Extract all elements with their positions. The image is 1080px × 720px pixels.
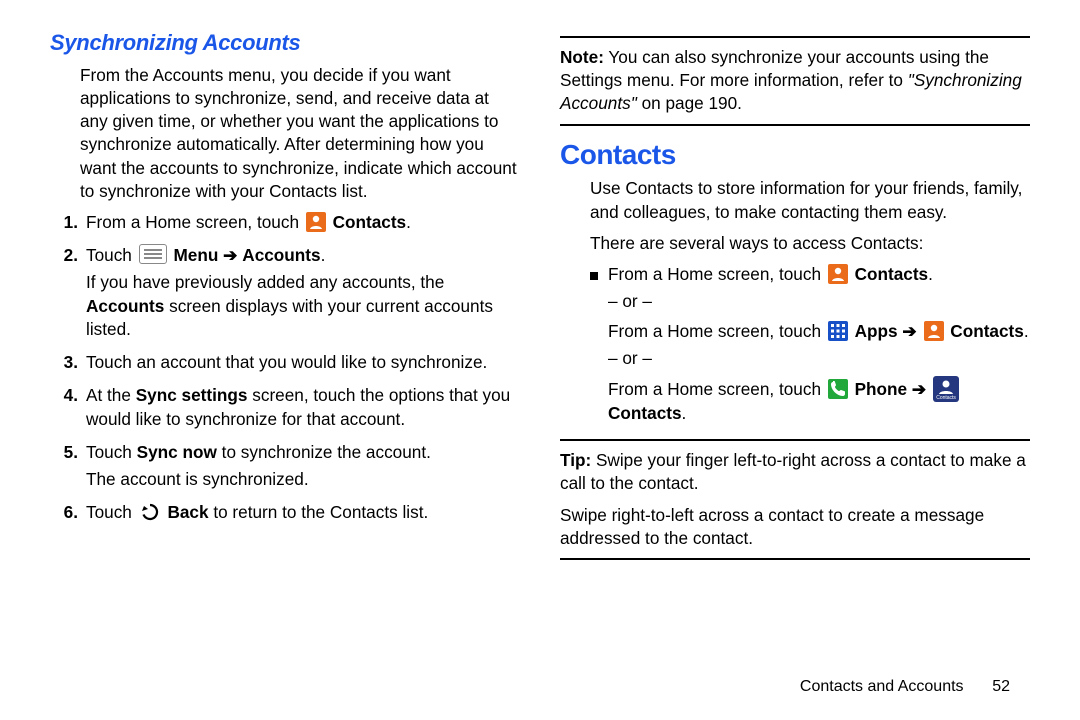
right-column: Note: You can also synchronize your acco… bbox=[560, 28, 1030, 568]
apps-icon bbox=[828, 321, 848, 341]
label-contacts: Contacts bbox=[333, 212, 407, 232]
two-column-layout: Synchronizing Accounts From the Accounts… bbox=[0, 0, 1080, 568]
left-column: Synchronizing Accounts From the Accounts… bbox=[50, 28, 520, 568]
step-5: 5. Touch Sync now to synchronize the acc… bbox=[50, 441, 520, 491]
text: From a Home screen, touch bbox=[608, 379, 821, 399]
arrow-icon: ➔ bbox=[223, 245, 237, 265]
note-block: Note: You can also synchronize your acco… bbox=[560, 46, 1030, 116]
label-contacts: Contacts bbox=[950, 321, 1024, 341]
arrow-icon: ➔ bbox=[912, 379, 926, 399]
sync-intro: From the Accounts menu, you decide if yo… bbox=[50, 64, 520, 203]
phone-icon bbox=[828, 379, 848, 399]
label-contacts: Contacts bbox=[855, 264, 929, 284]
heading-synchronizing-accounts: Synchronizing Accounts bbox=[50, 28, 520, 58]
step-number: 3. bbox=[50, 351, 86, 374]
step-body: Touch an account that you would like to … bbox=[86, 351, 520, 374]
tip-block: Tip: Swipe your finger left-to-right acr… bbox=[560, 449, 1030, 495]
text: Swipe your finger left-to-right across a… bbox=[560, 450, 1026, 493]
step-number: 2. bbox=[50, 244, 86, 341]
contacts-tab-icon: Contacts bbox=[933, 376, 959, 402]
text: At the bbox=[86, 385, 131, 405]
text: . bbox=[406, 212, 411, 232]
text: . bbox=[682, 403, 687, 423]
arrow-icon: ➔ bbox=[902, 321, 916, 341]
label-contacts: Contacts bbox=[608, 403, 682, 423]
divider bbox=[560, 439, 1030, 441]
text: to synchronize the account. bbox=[222, 442, 431, 462]
or-separator: – or – bbox=[608, 290, 1030, 313]
list-body: From a Home screen, touch Contacts. – or… bbox=[608, 263, 1030, 425]
label-sync-now: Sync now bbox=[137, 442, 217, 462]
menu-icon bbox=[139, 244, 167, 264]
text: Touch bbox=[86, 245, 132, 265]
sync-steps: 1. From a Home screen, touch Contacts. 2… bbox=[50, 211, 520, 524]
divider bbox=[560, 124, 1030, 126]
text: . bbox=[928, 264, 933, 284]
step-body: Touch Back to return to the Contacts lis… bbox=[86, 501, 520, 524]
contacts-intro-2: There are several ways to access Contact… bbox=[560, 232, 1030, 255]
step-body: Touch Sync now to synchronize the accoun… bbox=[86, 441, 520, 491]
label-menu: Menu bbox=[173, 245, 218, 265]
step-number: 5. bbox=[50, 441, 86, 491]
text: From a Home screen, touch bbox=[86, 212, 299, 232]
manual-page: Synchronizing Accounts From the Accounts… bbox=[0, 0, 1080, 720]
text: . bbox=[321, 245, 326, 265]
contacts-icon bbox=[924, 321, 944, 341]
or-separator: – or – bbox=[608, 347, 1030, 370]
contacts-icon bbox=[828, 264, 848, 284]
text: Touch bbox=[86, 442, 132, 462]
step-number: 4. bbox=[50, 384, 86, 430]
step-number: 1. bbox=[50, 211, 86, 234]
step-number: 6. bbox=[50, 501, 86, 524]
label-back: Back bbox=[167, 502, 208, 522]
bullet bbox=[580, 263, 608, 425]
footer-section: Contacts and Accounts bbox=[800, 678, 964, 695]
contacts-icon bbox=[306, 212, 326, 232]
note-label: Note: bbox=[560, 47, 604, 67]
step-2-detail: If you have previously added any account… bbox=[86, 271, 520, 341]
heading-contacts: Contacts bbox=[560, 136, 1030, 174]
tip-label: Tip: bbox=[560, 450, 591, 470]
text: From a Home screen, touch bbox=[608, 264, 821, 284]
text: Touch bbox=[86, 502, 132, 522]
step-body: From a Home screen, touch Contacts. bbox=[86, 211, 520, 234]
contacts-intro-1: Use Contacts to store information for yo… bbox=[560, 177, 1030, 223]
text: If you have previously added any account… bbox=[86, 272, 444, 292]
step-6: 6. Touch Back to return to the Contacts … bbox=[50, 501, 520, 524]
divider bbox=[560, 558, 1030, 560]
text: to return to the Contacts list. bbox=[213, 502, 428, 522]
step-3: 3. Touch an account that you would like … bbox=[50, 351, 520, 374]
tip-block-2: Swipe right-to-left across a contact to … bbox=[560, 504, 1030, 550]
access-way: From a Home screen, touch Contacts. – or… bbox=[580, 263, 1030, 425]
label-accounts: Accounts bbox=[86, 296, 164, 316]
step-2: 2. Touch Menu ➔ Accounts. If you have pr… bbox=[50, 244, 520, 341]
divider bbox=[560, 36, 1030, 38]
step-4: 4. At the Sync settings screen, touch th… bbox=[50, 384, 520, 430]
label-sync-settings: Sync settings bbox=[136, 385, 248, 405]
text: . bbox=[1024, 321, 1029, 341]
step-body: At the Sync settings screen, touch the o… bbox=[86, 384, 520, 430]
text: From a Home screen, touch bbox=[608, 321, 821, 341]
text: on page 190. bbox=[642, 93, 742, 113]
step-5-detail: The account is synchronized. bbox=[86, 468, 520, 491]
footer-page-number: 52 bbox=[968, 676, 1010, 698]
label-accounts: Accounts bbox=[242, 245, 320, 265]
label-phone: Phone bbox=[855, 379, 908, 399]
back-icon bbox=[139, 502, 161, 522]
step-1: 1. From a Home screen, touch Contacts. bbox=[50, 211, 520, 234]
step-body: Touch Menu ➔ Accounts. If you have previ… bbox=[86, 244, 520, 341]
access-ways-list: From a Home screen, touch Contacts. – or… bbox=[560, 263, 1030, 425]
label-apps: Apps bbox=[855, 321, 898, 341]
page-footer: Contacts and Accounts 52 bbox=[800, 676, 1010, 698]
icon-caption: Contacts bbox=[933, 396, 959, 401]
